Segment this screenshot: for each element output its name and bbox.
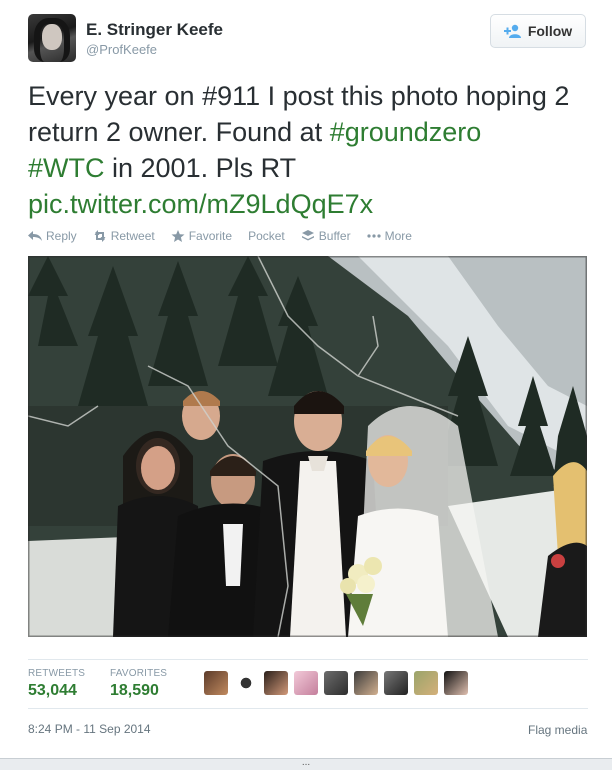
retweet-icon bbox=[94, 230, 106, 242]
follow-label: Follow bbox=[527, 23, 573, 39]
favorites-count[interactable]: 18,590 bbox=[110, 682, 159, 700]
pic-link[interactable]: pic.twitter.com/mZ9LdQqE7x bbox=[28, 189, 373, 219]
more-icon bbox=[366, 234, 381, 238]
retweets-label[interactable]: RETWEETS bbox=[28, 668, 85, 679]
avatar-face bbox=[42, 24, 62, 50]
tweet-actions: Reply Retweet Favorite Pocket Buffer Mor… bbox=[28, 229, 412, 243]
pocket-label: Pocket bbox=[248, 229, 285, 243]
wedding-photo-illustration bbox=[28, 256, 587, 637]
avatar[interactable] bbox=[28, 14, 76, 62]
retweet-label: Retweet bbox=[110, 229, 155, 243]
hashtag-911[interactable]: #911 bbox=[202, 81, 260, 111]
tweet-timestamp[interactable]: 8:24 PM - 11 Sep 2014 bbox=[28, 722, 151, 736]
favorites-label[interactable]: FAVORITES bbox=[110, 668, 167, 679]
follow-button[interactable]: Follow bbox=[490, 14, 586, 48]
tweet-text-part: Every year on bbox=[28, 81, 203, 111]
favoriter-avatar[interactable] bbox=[234, 671, 258, 695]
hashtag-groundzero[interactable]: #groundzero bbox=[330, 117, 482, 147]
reply-label: Reply bbox=[46, 229, 77, 243]
more-label: More bbox=[384, 229, 412, 243]
favoriter-avatar[interactable] bbox=[354, 671, 378, 695]
favoriter-avatar[interactable] bbox=[264, 671, 288, 695]
flag-media-link[interactable]: Flag media bbox=[528, 723, 587, 737]
favoriter-avatars bbox=[204, 671, 468, 695]
retweet-action[interactable]: Retweet bbox=[93, 229, 155, 243]
favoriter-avatar[interactable] bbox=[444, 671, 468, 695]
star-icon bbox=[171, 230, 185, 242]
more-action[interactable]: More bbox=[366, 229, 412, 243]
resize-grip: ... bbox=[301, 757, 311, 768]
tweet-text: Every year on #911 I post this photo hop… bbox=[28, 78, 598, 222]
favoriter-avatar[interactable] bbox=[414, 671, 438, 695]
favoriter-avatar[interactable] bbox=[294, 671, 318, 695]
pocket-action[interactable]: Pocket bbox=[248, 229, 285, 243]
hashtag-wtc[interactable]: #WTC bbox=[28, 153, 105, 183]
resize-handle[interactable]: ... bbox=[0, 758, 612, 770]
tweet-photo[interactable] bbox=[28, 256, 587, 637]
buffer-action[interactable]: Buffer bbox=[301, 229, 351, 243]
reply-action[interactable]: Reply bbox=[28, 229, 77, 243]
author-handle[interactable]: @ProfKeefe bbox=[86, 42, 157, 57]
favorite-action[interactable]: Favorite bbox=[171, 229, 232, 243]
author-name[interactable]: E. Stringer Keefe bbox=[86, 20, 223, 40]
stats-top-divider bbox=[28, 659, 588, 660]
reply-icon bbox=[28, 231, 42, 241]
tweet-text-part: in 2001. Pls RT bbox=[104, 153, 297, 183]
stats-bottom-divider bbox=[28, 708, 588, 709]
add-user-icon bbox=[503, 24, 521, 38]
favoriter-avatar[interactable] bbox=[384, 671, 408, 695]
retweets-count[interactable]: 53,044 bbox=[28, 682, 77, 700]
favorite-label: Favorite bbox=[188, 229, 233, 243]
favoriter-avatar[interactable] bbox=[204, 671, 228, 695]
buffer-label: Buffer bbox=[318, 229, 351, 243]
buffer-icon bbox=[301, 230, 314, 241]
favoriter-avatar[interactable] bbox=[324, 671, 348, 695]
